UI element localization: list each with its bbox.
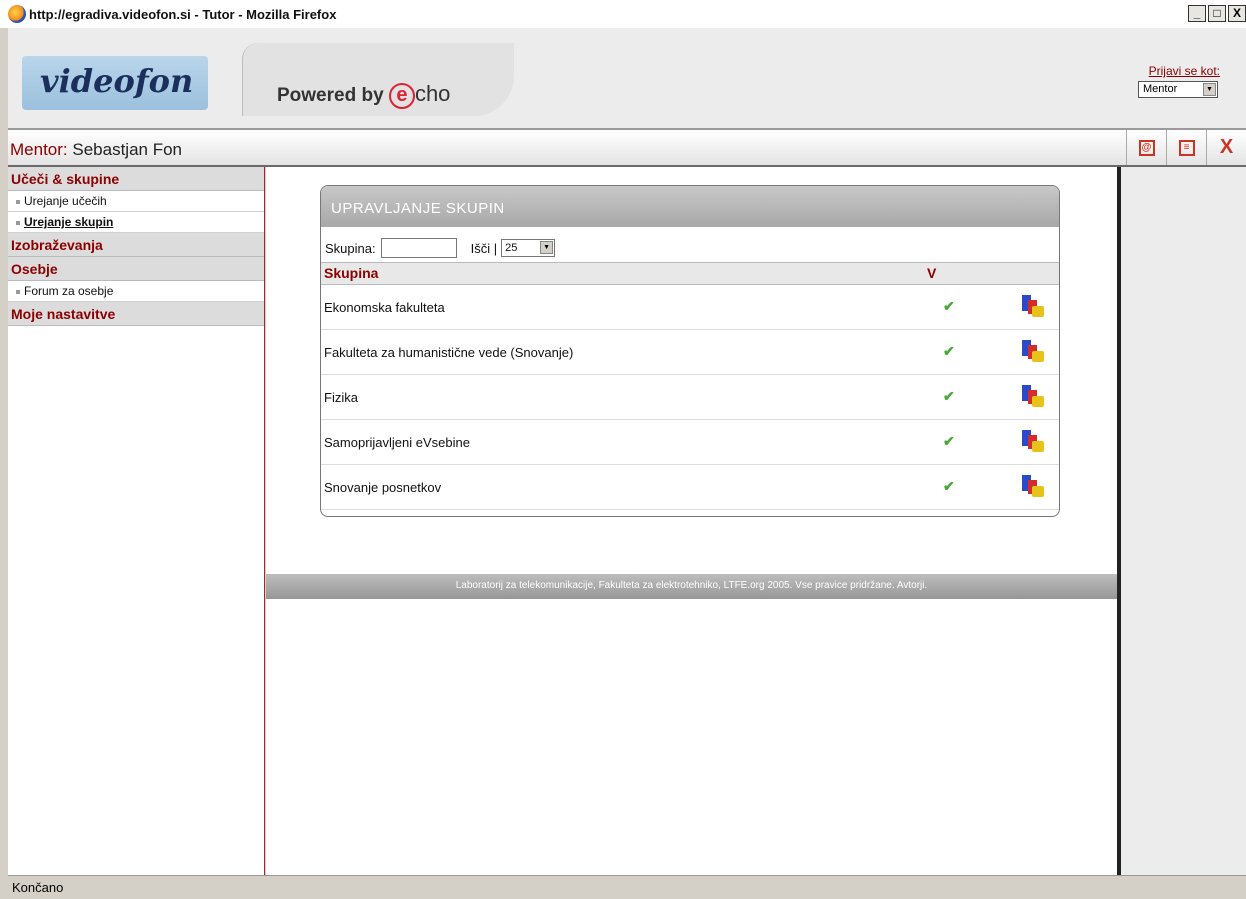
- sidebar-section-trainings[interactable]: Izobraževanja: [8, 233, 264, 257]
- login-as-label[interactable]: Prijavi se kot:: [1149, 64, 1220, 78]
- mentor-bar: Mentor: Sebastjan Fon @ ≡ X: [8, 128, 1246, 167]
- sidebar-item-edit-learners[interactable]: Urejanje učečih: [8, 191, 264, 212]
- edit-group-icon[interactable]: [1019, 475, 1045, 499]
- sidebar-section-staff[interactable]: Osebje: [8, 257, 264, 281]
- group-name: Fizika: [324, 390, 358, 405]
- powered-by-brand: cho: [414, 81, 451, 106]
- bullet-icon: [16, 220, 20, 225]
- column-header-group[interactable]: Skupina: [324, 265, 378, 281]
- powered-by-label: Powered by: [277, 85, 384, 106]
- page-size-value: 25: [505, 242, 518, 254]
- table-header: Skupina V: [321, 263, 1059, 285]
- close-window-button[interactable]: X: [1228, 5, 1246, 22]
- sidebar-item-staff-forum[interactable]: Forum za osebje: [8, 281, 264, 302]
- window-titlebar: http://egradiva.videofon.si - Tutor - Mo…: [0, 0, 1246, 28]
- maximize-button[interactable]: □: [1208, 5, 1226, 22]
- bullet-icon: [16, 199, 20, 204]
- sidebar-item-edit-groups[interactable]: Urejanje skupin: [8, 212, 264, 233]
- sidebar-section-learners-groups[interactable]: Učeči & skupine: [8, 167, 264, 191]
- page-footer: Laboratorij za telekomunikacije, Fakulte…: [266, 574, 1117, 599]
- checkmark-icon: ✔: [943, 388, 955, 404]
- group-name: Fakulteta za humanistične vede (Snovanje…: [324, 345, 574, 360]
- search-link[interactable]: Išči |: [471, 241, 498, 256]
- message-icon: ≡: [1178, 139, 1195, 156]
- sidebar-item-label: Forum za osebje: [24, 284, 114, 298]
- info-icon: @: [1138, 139, 1155, 156]
- group-search-input[interactable]: [380, 238, 457, 258]
- minimize-button[interactable]: _: [1188, 5, 1206, 22]
- mentor-name: Sebastjan Fon: [72, 140, 183, 159]
- sidebar-item-label: Urejanje učečih: [24, 194, 107, 208]
- edit-group-icon[interactable]: [1019, 385, 1045, 409]
- site-header: videofon Powered by e cho Prijavi se kot:…: [8, 28, 1246, 128]
- echo-logo-icon: e: [388, 83, 415, 109]
- login-role-select[interactable]: Mentor ▼: [1138, 81, 1218, 98]
- browser-status-bar: Končano: [8, 875, 1246, 899]
- bullet-icon: [16, 289, 20, 294]
- column-header-v[interactable]: V: [927, 265, 936, 281]
- powered-by-banner: Powered by e cho: [242, 43, 514, 116]
- group-name: Snovanje posnetkov: [324, 480, 442, 495]
- group-name: Samoprijavljeni eVsebine: [324, 435, 470, 450]
- edit-group-icon[interactable]: [1019, 295, 1045, 319]
- sidebar-item-label: Urejanje skupin: [24, 215, 114, 229]
- main-content: UPRAVLJANJE SKUPIN Skupina: Išči | 25 ▼ …: [266, 167, 1117, 875]
- close-icon: X: [1219, 136, 1234, 158]
- filter-bar: Skupina: Išči | 25 ▼: [321, 227, 1059, 263]
- checkmark-icon: ✔: [943, 478, 955, 494]
- sidebar-section-my-settings[interactable]: Moje nastavitve: [8, 302, 264, 326]
- status-text: Končano: [12, 880, 64, 895]
- window-title: http://egradiva.videofon.si - Tutor - Mo…: [29, 6, 337, 22]
- logout-button[interactable]: X: [1206, 130, 1246, 165]
- checkmark-icon: ✔: [943, 343, 955, 359]
- mentor-label: Mentor:: [10, 140, 68, 159]
- panel-title: UPRAVLJANJE SKUPIN: [321, 186, 1059, 227]
- chevron-down-icon[interactable]: ▼: [540, 241, 554, 254]
- checkmark-icon: ✔: [943, 433, 955, 449]
- table-row: Fizika ✔: [321, 375, 1059, 420]
- mentor-info: Mentor: Sebastjan Fon: [10, 140, 182, 160]
- sidebar: Učeči & skupine Urejanje učečih Urejanje…: [8, 167, 265, 875]
- table-row: Fakulteta za humanistične vede (Snovanje…: [321, 330, 1059, 375]
- table-row: Ekonomska fakulteta ✔: [321, 285, 1059, 330]
- info-button[interactable]: @: [1126, 130, 1166, 165]
- right-panel: [1117, 167, 1246, 875]
- edit-group-icon[interactable]: [1019, 340, 1045, 364]
- table-row: Snovanje posnetkov ✔: [321, 465, 1059, 510]
- group-management-panel: UPRAVLJANJE SKUPIN Skupina: Išči | 25 ▼ …: [320, 185, 1060, 517]
- videofon-logo: videofon: [22, 56, 208, 110]
- login-role-value: Mentor: [1143, 83, 1178, 95]
- page-size-select[interactable]: 25 ▼: [501, 239, 556, 257]
- group-name: Ekonomska fakulteta: [324, 300, 445, 315]
- messages-button[interactable]: ≡: [1166, 130, 1206, 165]
- checkmark-icon: ✔: [943, 298, 955, 314]
- edit-group-icon[interactable]: [1019, 430, 1045, 454]
- table-row: Samoprijavljeni eVsebine ✔: [321, 420, 1059, 465]
- group-filter-label: Skupina:: [325, 240, 376, 256]
- firefox-icon: [8, 5, 26, 23]
- chevron-down-icon[interactable]: ▼: [1203, 83, 1216, 96]
